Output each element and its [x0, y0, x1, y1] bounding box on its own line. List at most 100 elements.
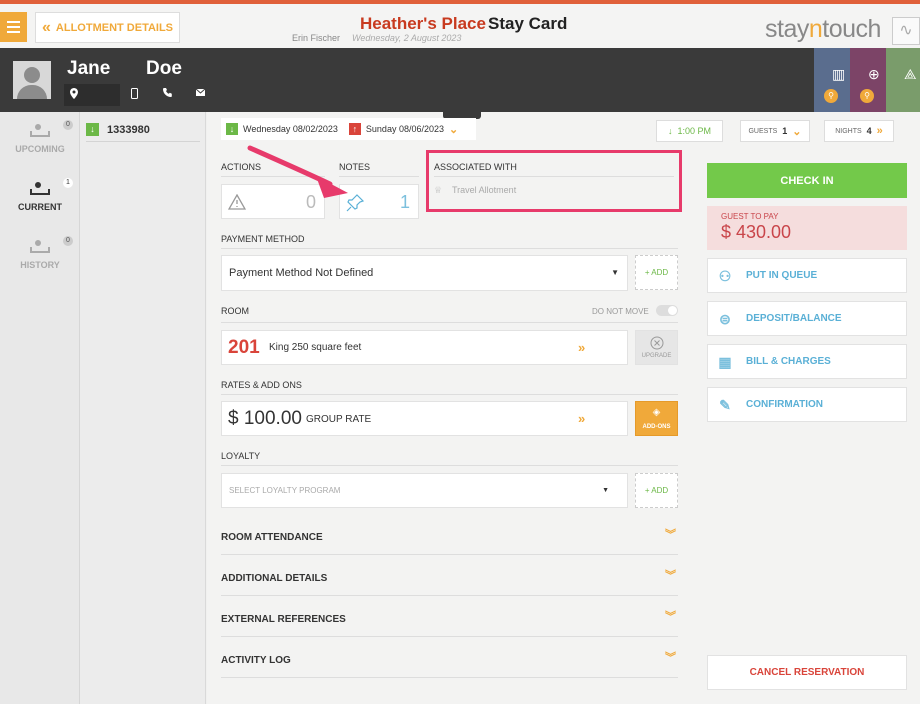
put-in-queue-button[interactable]: ⚇ PUT IN QUEUE [707, 258, 907, 293]
back-button[interactable]: « ALLOTMENT DETAILS [35, 12, 180, 43]
rate-name: GROUP RATE [306, 414, 372, 425]
button-label: CONFIRMATION [746, 399, 824, 410]
add-ons-button[interactable]: ◈ ADD-ONS [635, 401, 678, 436]
nights-selector[interactable]: NIGHTS 4 » [824, 120, 894, 142]
arrival-arrow-icon: ↓ [226, 123, 238, 135]
loyalty-label: LOYALTY [221, 451, 261, 461]
additional-details-section[interactable]: ADDITIONAL DETAILS ︾ [221, 570, 678, 596]
search-icon: ⚲ [824, 89, 838, 103]
top-header: « ALLOTMENT DETAILS Heather's Place Stay… [0, 0, 920, 48]
actions-count: 0 [305, 192, 316, 212]
room-selector[interactable]: 201 King 250 square feet » [221, 330, 628, 365]
building-icon: ▥ [832, 66, 846, 82]
guest-last-name[interactable]: Doe [146, 58, 182, 80]
chevron-down-icon: ︾ [665, 529, 676, 541]
upgrade-label: UPGRADE [641, 353, 672, 359]
divider [221, 176, 325, 177]
bed-icon [28, 238, 52, 256]
button-label: DEPOSIT/BALANCE [746, 313, 842, 324]
upgrade-button[interactable]: UPGRADE [635, 330, 678, 365]
mail-icon[interactable] [195, 88, 206, 99]
double-chevron-left-icon: « [42, 18, 51, 36]
notes-label: NOTES [339, 162, 371, 172]
external-references-section[interactable]: EXTERNAL REFERENCES ︾ [221, 611, 678, 637]
do-not-move-toggle[interactable] [656, 305, 678, 316]
confirmation-button[interactable]: ✎ CONFIRMATION [707, 387, 907, 422]
list-item[interactable]: ↓ 1333980 [86, 118, 200, 142]
bed-icon [28, 122, 52, 140]
divider [221, 394, 678, 395]
guest-to-pay-label: GUEST TO PAY [721, 212, 779, 221]
tile-cards[interactable]: ⟁ [886, 48, 920, 112]
payment-label: PAYMENT METHOD [221, 234, 305, 244]
deposit-icon: ⊜ [719, 310, 731, 327]
chevron-down-icon: ⌄ [792, 125, 802, 138]
count-badge: 0 [63, 120, 73, 130]
menu-button[interactable] [0, 12, 27, 42]
arrival-time[interactable]: ↓ 1:00 PM [656, 120, 723, 142]
stay-dates[interactable]: ↓ Wednesday 08/02/2023 ↑ Sunday 08/06/20… [221, 118, 476, 140]
phone-icon[interactable] [163, 88, 172, 100]
section-title: EXTERNAL REFERENCES [221, 614, 346, 625]
button-label: PUT IN QUEUE [746, 270, 818, 281]
stay-sidebar: 0 UPCOMING 1 CURRENT 0 HISTORY [0, 112, 80, 704]
add-payment-button[interactable]: + ADD [635, 255, 678, 290]
tile-web[interactable]: ⊕ ⚲ [850, 48, 886, 112]
warning-icon [228, 194, 246, 210]
chevron-right-icon: » [578, 411, 586, 426]
tile-building[interactable]: ▥ ⚲ [814, 48, 850, 112]
caret-down-icon: ▼ [602, 487, 609, 494]
close-circle-icon [650, 336, 664, 350]
business-date: Wednesday, 2 August 2023 [352, 33, 462, 43]
logo: stayntouch [765, 15, 881, 43]
sidebar-item-history[interactable]: 0 HISTORY [0, 236, 80, 270]
deposit-balance-button[interactable]: ⊜ DEPOSIT/BALANCE [707, 301, 907, 336]
loyalty-placeholder: SELECT LOYALTY PROGRAM [229, 486, 341, 495]
caret-down-icon: ▼ [611, 268, 619, 277]
feather-icon: ✎ [719, 396, 731, 413]
guests-selector[interactable]: GUESTS 1 ⌄ [740, 120, 810, 142]
section-title: ADDITIONAL DETAILS [221, 573, 328, 584]
actions-button[interactable]: 0 [221, 184, 325, 219]
guest-first-name[interactable]: Jane [67, 58, 110, 80]
payment-selected: Payment Method Not Defined [229, 267, 374, 279]
room-type: King 250 square feet [269, 342, 362, 353]
divider [221, 465, 678, 466]
chevron-down-icon: ︾ [665, 570, 676, 582]
departure-date: Sunday 08/06/2023 [365, 124, 444, 134]
mobile-icon[interactable] [131, 88, 138, 102]
cancel-reservation-button[interactable]: CANCEL RESERVATION [707, 655, 907, 690]
rate-selector[interactable]: $ 100.00 GROUP RATE » [221, 401, 628, 436]
add-ons-label: ADD-ONS [642, 424, 671, 430]
sidebar-item-label: HISTORY [20, 260, 60, 270]
sidebar-item-current[interactable]: 1 CURRENT [0, 178, 80, 212]
user-name: Erin Fischer [292, 33, 341, 43]
pulse-icon[interactable]: ∿ [892, 17, 920, 45]
bed-icon [28, 180, 52, 198]
section-title: ACTIVITY LOG [221, 655, 291, 666]
cards-icon: ⟁ [904, 66, 917, 82]
room-label: ROOM [221, 306, 249, 316]
chevron-right-icon: » [876, 125, 883, 137]
bill-charges-button[interactable]: ▦ BILL & CHARGES [707, 344, 907, 379]
divider [221, 322, 678, 323]
activity-log-section[interactable]: ACTIVITY LOG ︾ [221, 652, 678, 678]
check-in-button[interactable]: CHECK IN [707, 163, 907, 198]
section-title: ROOM ATTENDANCE [221, 532, 323, 543]
highlight-box [426, 150, 682, 212]
payment-select[interactable]: Payment Method Not Defined ▼ [221, 255, 628, 291]
room-attendance-section[interactable]: ROOM ATTENDANCE ︾ [221, 529, 678, 555]
guests-count: 1 [782, 126, 788, 136]
divider [221, 248, 678, 249]
avatar[interactable] [13, 61, 51, 99]
globe-icon: ⊕ [868, 66, 880, 82]
add-loyalty-button[interactable]: + ADD [635, 473, 678, 508]
arrow-down-icon: ↓ [667, 126, 673, 136]
time-value: 1:00 PM [677, 126, 712, 136]
sidebar-item-upcoming[interactable]: 0 UPCOMING [0, 120, 80, 154]
notes-button[interactable]: 1 [339, 184, 419, 219]
sidebar-item-label: CURRENT [18, 202, 62, 212]
loyalty-select[interactable]: SELECT LOYALTY PROGRAM ▼ [221, 473, 628, 508]
chevron-right-icon: » [578, 340, 586, 355]
guest-bar: Jane Doe ▥ ⚲ ⊕ ⚲ ⟁ [0, 48, 920, 112]
